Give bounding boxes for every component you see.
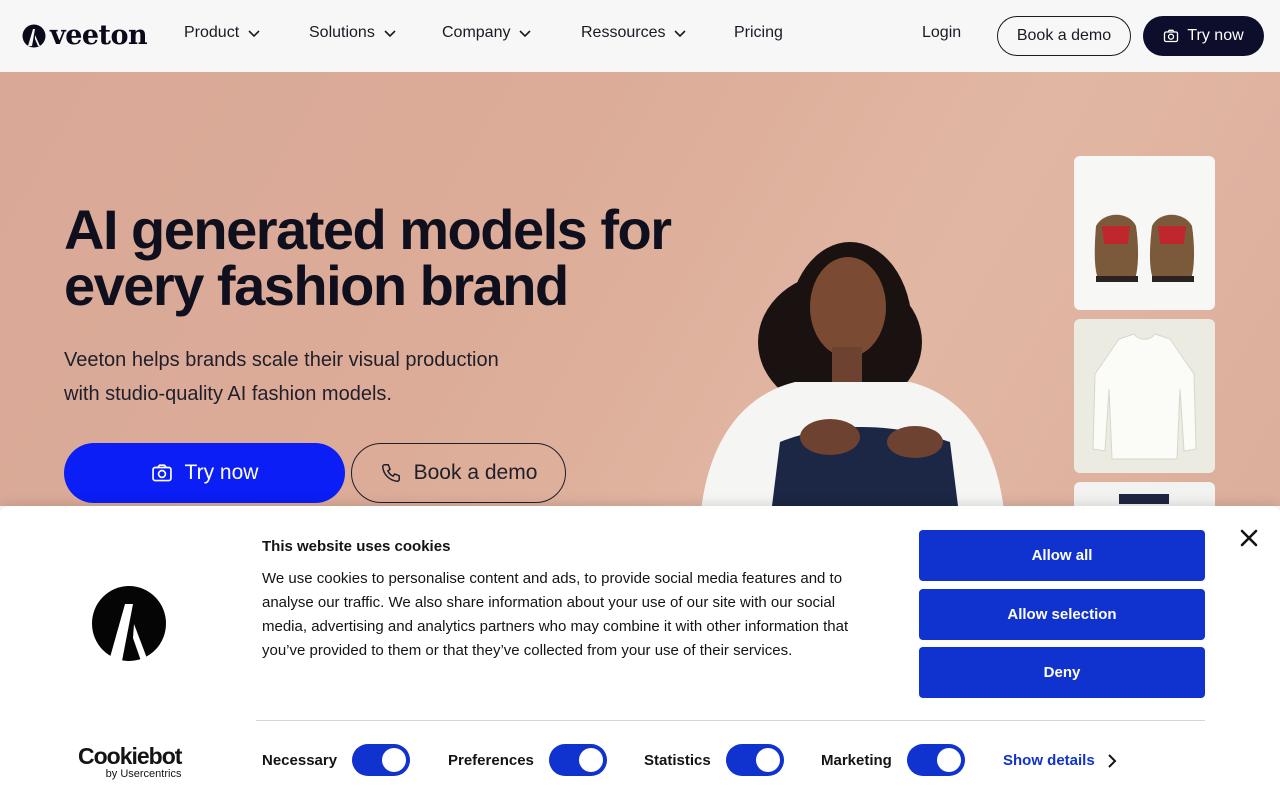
chevron-down-icon [248,30,260,38]
book-demo-nav-button[interactable]: Book a demo [997,16,1131,56]
book-demo-hero-button[interactable]: Book a demo [351,443,566,503]
hero-subtitle-line-1: Veeton helps brands scale their visual p… [64,349,499,371]
book-demo-nav-label: Book a demo [1016,27,1112,44]
phone-icon [381,464,400,482]
try-now-nav-label: Try now [1187,27,1244,44]
cookie-banner-title: This website uses cookies [262,538,451,555]
nav-product[interactable]: Product [184,24,261,42]
cookiebot-wordmark: Cookiebot [78,743,182,769]
login-link[interactable]: Login [922,24,961,42]
show-details-link[interactable]: Show details [1003,752,1117,769]
nav-company-label: Company [442,24,511,41]
allow-all-button[interactable]: Allow all [919,530,1205,581]
white-longsleeve-image [1092,333,1197,460]
nav-solutions-label: Solutions [309,24,375,41]
fashion-model-image [701,242,1004,506]
chevron-right-icon [1107,753,1117,768]
top-navigation: veeton Product Solutions Company Ressour… [0,0,1280,72]
hero-section: AI generated models for every fashion br… [0,72,1280,506]
product-thumbnail-jeans[interactable] [1074,482,1215,506]
logo-wordmark: veeton [50,20,148,51]
nav-product-label: Product [184,24,240,41]
cookiebot-byline: by Usercentrics [105,768,182,780]
chevron-down-icon [384,30,396,38]
toggle-knob [579,748,603,772]
veeton-logo[interactable]: veeton [22,20,148,51]
cookiebot-logo[interactable]: Cookiebot by Usercentrics [78,743,182,780]
book-demo-hero-label: Book a demo [413,461,538,484]
product-thumbnail-longsleeve[interactable] [1074,319,1215,473]
try-now-nav-button[interactable]: Try now [1143,16,1264,56]
try-now-hero-label: Try now [184,461,259,484]
veeton-brand-icon [92,586,166,661]
chevron-down-icon [519,30,532,38]
nav-ressources[interactable]: Ressources [581,24,687,42]
marketing-toggle[interactable] [907,744,965,776]
necessary-label: Necessary [262,752,338,769]
show-details-label: Show details [1003,752,1095,769]
preferences-toggle[interactable] [549,744,607,776]
cookie-divider [256,720,1205,721]
toggle-knob [382,748,406,772]
camera-icon [1164,29,1179,43]
nav-ressources-label: Ressources [581,24,666,41]
chevron-down-icon [674,30,687,38]
deny-button[interactable]: Deny [919,647,1205,698]
try-now-hero-button[interactable]: Try now [64,443,345,503]
hero-title-line-2: every fashion brand [64,254,569,317]
nav-pricing[interactable]: Pricing [734,24,783,42]
hero-subtitle: Veeton helps brands scale their visual p… [64,343,524,411]
allow-selection-button[interactable]: Allow selection [919,589,1205,640]
product-thumbnail-sneakers[interactable] [1074,156,1215,310]
close-icon[interactable] [1238,527,1260,549]
toggle-knob [937,748,961,772]
jeans-image [1119,494,1169,504]
sneakers-image [1094,214,1195,282]
toggle-knob [756,748,780,772]
statistics-label: Statistics [644,752,711,769]
hero-subtitle-line-2: with studio-quality AI fashion models. [64,383,392,405]
cookie-consent-banner: Cookiebot by Usercentrics This website u… [0,506,1280,800]
preferences-label: Preferences [448,752,534,769]
nav-company[interactable]: Company [442,24,532,42]
hero-title: AI generated models for every fashion br… [64,202,704,314]
nav-solutions[interactable]: Solutions [309,24,397,42]
veeton-logo-icon [22,24,46,48]
camera-icon [151,464,172,482]
hero-title-line-1: AI generated models for [64,198,672,261]
necessary-toggle[interactable] [352,744,410,776]
statistics-toggle[interactable] [726,744,784,776]
cookie-banner-description: We use cookies to personalise content an… [262,570,849,659]
marketing-label: Marketing [821,752,892,769]
